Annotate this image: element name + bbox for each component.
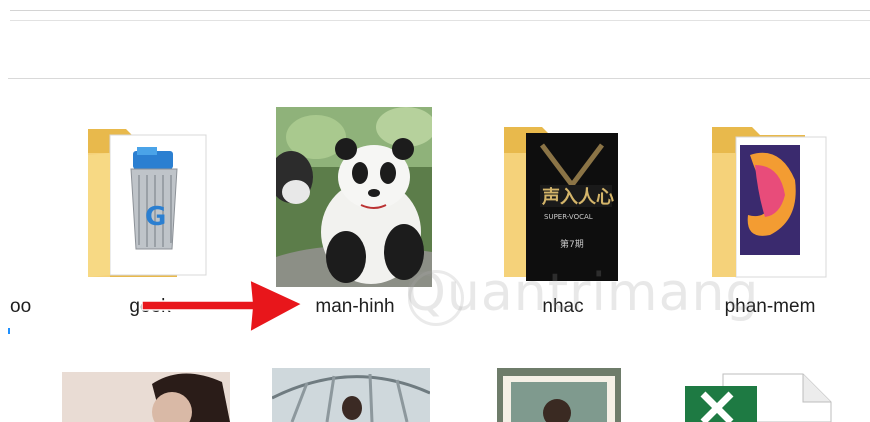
panda-thumbnail (276, 107, 432, 287)
toolbar-divider-top (10, 10, 870, 11)
folder-icon: G (88, 129, 207, 277)
folder-geek[interactable]: G (85, 125, 210, 285)
folder-icon (712, 127, 827, 278)
svg-text:G: G (145, 202, 166, 232)
header-divider (8, 78, 870, 79)
selection-marker (8, 328, 10, 334)
recycle-bin-icon: G (130, 147, 178, 250)
image-thumbnail-row2-1[interactable] (62, 372, 230, 422)
image-man-hinh[interactable] (276, 107, 432, 287)
excel-file-icon[interactable] (683, 372, 833, 422)
file-label-partial[interactable]: oo (10, 296, 31, 318)
firefox-like-artwork (740, 145, 800, 255)
arrow-annotation-icon (141, 278, 304, 334)
image-thumbnail-row2-3[interactable] (497, 368, 621, 422)
folder-icon: 声入人心 SUPER-VOCAL 第7期 (504, 127, 618, 281)
toolbar-divider-bottom (10, 20, 870, 21)
svg-text:SUPER-VOCAL: SUPER-VOCAL (544, 213, 593, 221)
file-label-man-hinh[interactable]: man-hinh (315, 296, 394, 318)
watermark-text: Quantrimang (405, 263, 760, 323)
svg-text:第7期: 第7期 (560, 238, 584, 250)
image-thumbnail-row2-2[interactable] (272, 368, 430, 422)
folder-phan-mem[interactable] (710, 125, 835, 285)
svg-text:声入人心: 声入人心 (541, 186, 614, 208)
folder-nhac[interactable]: 声入人心 SUPER-VOCAL 第7期 (502, 125, 627, 285)
